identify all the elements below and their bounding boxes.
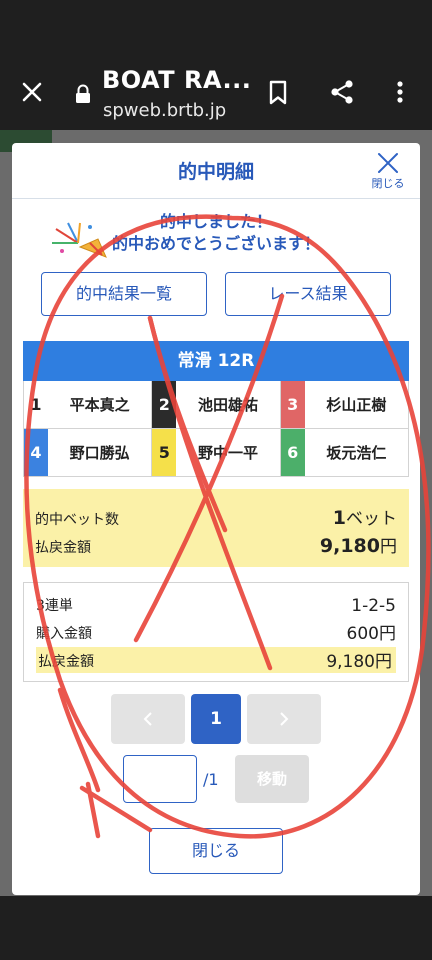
congrats-message: 的中しました！ 的中おめでとうございます！ [12,211,420,255]
racer-cell: 4 野口勝弘 [24,429,151,476]
payout-label: 払戻金額 [38,654,94,670]
racer-cell: 2 池田雄祐 [151,381,279,428]
lane-number: 5 [152,429,177,476]
payout-total-label: 払戻金額 [35,540,91,556]
hit-bets-value: 1ベット [333,504,397,529]
browser-page-title: BOAT RA... [102,66,252,94]
race-results-button[interactable]: レース結果 [225,272,391,316]
hit-results-list-button[interactable]: 的中結果一覧 [41,272,207,316]
next-page-button[interactable] [247,694,321,744]
lane-number: 4 [24,429,48,476]
browser-toolbar: BOAT RA... spweb.brtb.jp [0,52,432,130]
bet-type: 3連単 [36,598,73,614]
hit-bets-label: 的中ベット数 [35,512,119,528]
hit-summary: 的中ベット数 1ベット 払戻金額 9,180円 [23,489,409,567]
close-button[interactable]: 閉じる [149,828,283,874]
racer-name: 池田雄祐 [197,396,258,414]
racer-name: 野中一平 [197,444,258,462]
bet-type-row: 3連単 1-2-5 [36,591,396,617]
chevron-left-icon [143,712,152,726]
congrats-line-1: 的中しました！ [159,212,272,231]
lane-number: 6 [280,429,305,476]
payout-total-unit: 円 [380,537,397,557]
navigation-bar [0,896,432,960]
page-total: /1 [203,770,219,789]
hit-bets-unit: ベット [346,509,397,529]
racer-cell: 5 野中一平 [151,429,279,476]
payout-row: 払戻金額 9,180円 [36,647,396,673]
racer-name: 野口勝弘 [69,444,130,462]
bet-detail: 3連単 1-2-5 購入金額 600円 払戻金額 9,180円 [23,582,409,682]
lane-number: 2 [152,381,177,428]
modal-header: 的中明細 閉じる [12,143,420,199]
move-page-button[interactable]: 移動 [235,755,309,803]
racer-table: 1 平本真之 2 池田雄祐 3 杉山正樹 4 野口勝弘 5 野中一平 6 坂元浩… [23,381,409,477]
lane-number: 1 [24,381,48,428]
hit-bets-row: 的中ベット数 1ベット [35,503,397,529]
modal-title: 的中明細 [177,161,254,183]
racer-name: 杉山正樹 [326,396,387,414]
racer-name: 坂元浩仁 [326,444,387,462]
racer-cell: 1 平本真之 [24,381,151,428]
payout-total-row: 払戻金額 9,180円 [35,531,397,557]
racer-row: 1 平本真之 2 池田雄祐 3 杉山正樹 [23,381,409,429]
lane-number: 3 [280,381,305,428]
close-x-label: 閉じる [371,177,405,190]
page-number-input[interactable] [123,755,197,803]
share-icon[interactable] [326,76,358,108]
payout-value: 9,180円 [326,652,392,672]
racer-name: 平本真之 [69,396,130,414]
congrats-line-2: 的中おめでとうございます！ [111,234,320,253]
purchase-row: 購入金額 600円 [36,619,396,645]
bookmark-icon[interactable] [262,76,294,108]
lock-icon [76,84,90,103]
racer-row: 4 野口勝弘 5 野中一平 6 坂元浩仁 [23,429,409,477]
page-1-button[interactable]: 1 [191,694,241,744]
hit-detail-modal: 的中明細 閉じる 的中しました！ 的中おめでとうございます！ 的中結果一覧 レー… [12,143,420,895]
browser-url[interactable]: spweb.brtb.jp [103,100,226,121]
payout-total-number: 9,180 [319,535,380,557]
prev-page-button[interactable] [111,694,185,744]
status-bar [0,0,432,52]
racer-cell: 3 杉山正樹 [279,381,408,428]
close-icon [378,153,398,173]
more-vert-icon[interactable] [384,76,416,108]
racer-cell: 6 坂元浩仁 [279,429,408,476]
bet-combination: 1-2-5 [351,596,396,616]
purchase-label: 購入金額 [36,626,92,642]
hit-bets-number: 1 [332,507,346,529]
payout-total-value: 9,180円 [320,532,397,557]
venue-race-header: 常滑 12R [23,341,409,381]
modal-close-x-button[interactable]: 閉じる [368,151,408,191]
close-icon[interactable] [14,74,50,110]
purchase-value: 600円 [346,624,396,644]
chevron-right-icon [280,712,289,726]
